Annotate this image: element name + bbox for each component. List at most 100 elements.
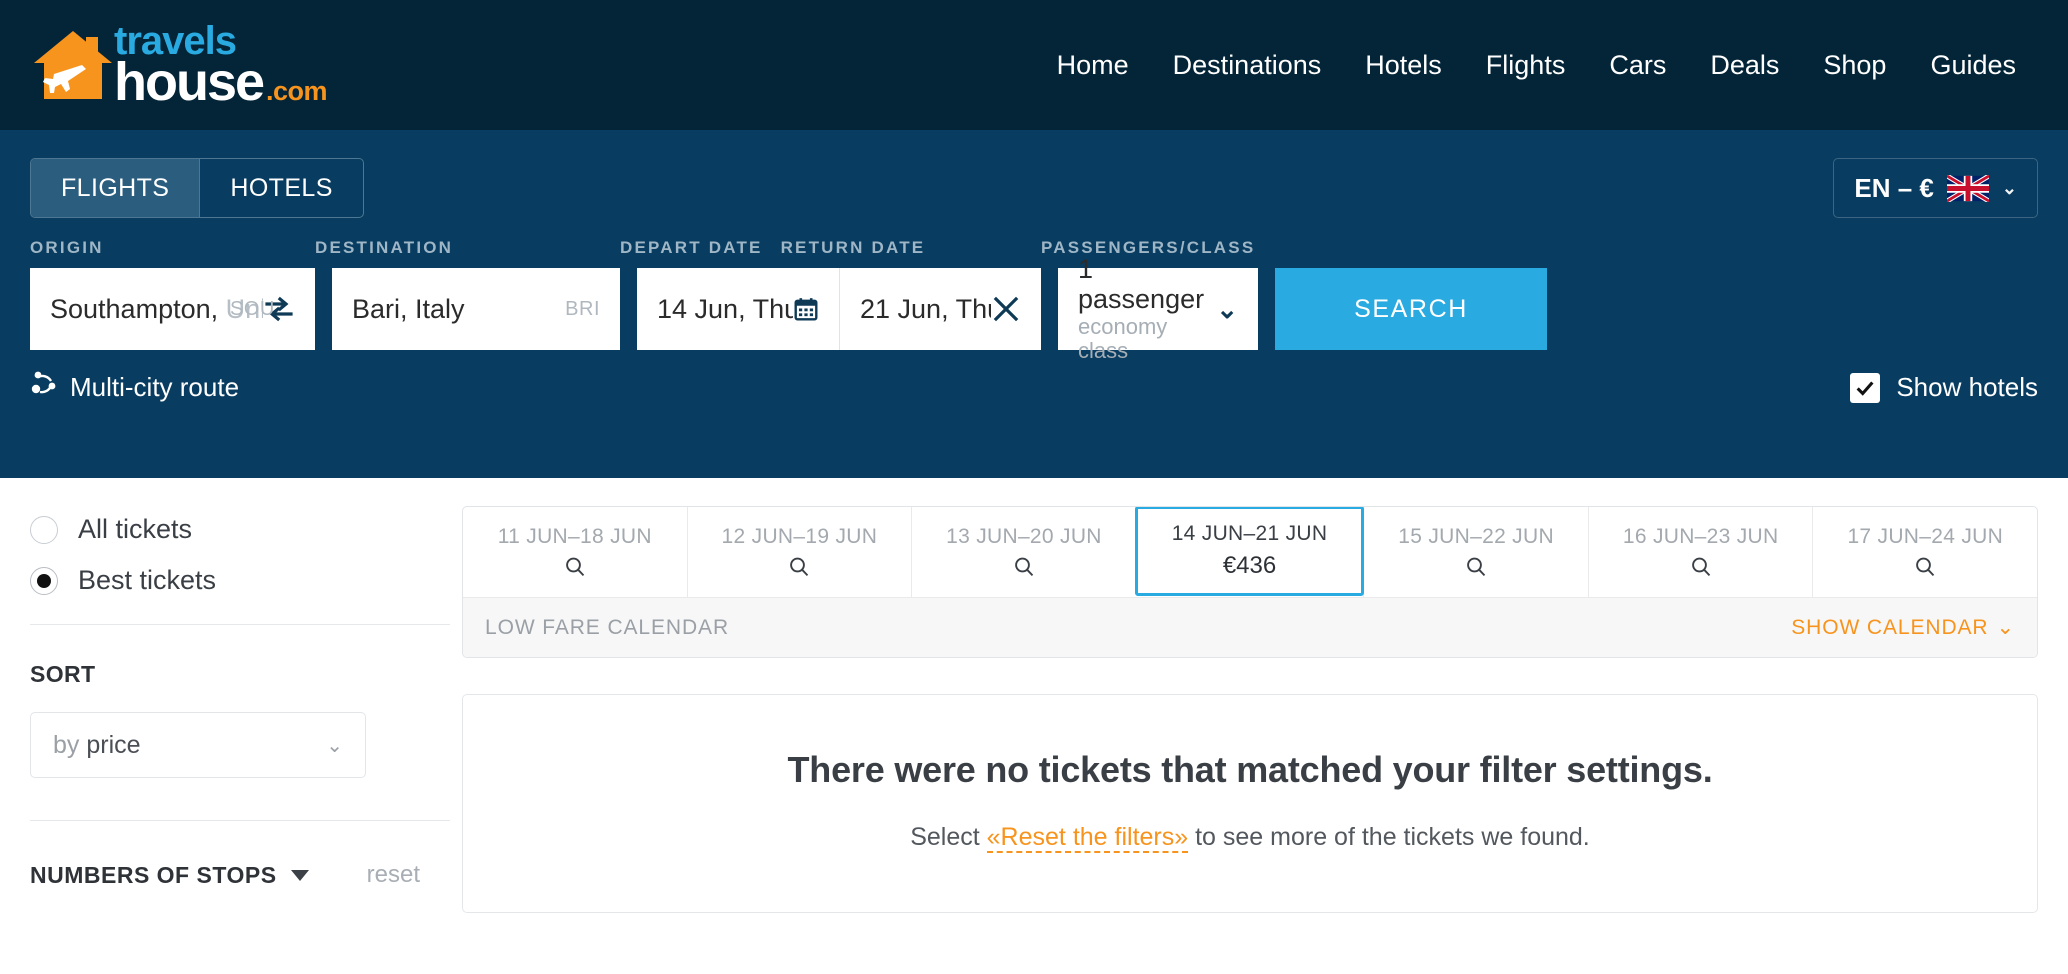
uk-flag-icon	[1947, 175, 1989, 202]
date-tabs: 11 JUN–18 JUN 12 JUN–19 JUN 13 JUN–20 JU…	[463, 507, 2037, 597]
low-fare-calendar-label: LOW FARE CALENDAR	[485, 616, 729, 640]
top-header-bar: travels house .com Home Destinations Hot…	[0, 0, 2068, 130]
date-price-strip: 11 JUN–18 JUN 12 JUN–19 JUN 13 JUN–20 JU…	[462, 506, 2038, 658]
search-icon[interactable]	[787, 555, 811, 579]
search-icon[interactable]	[1464, 555, 1488, 579]
search-type-tabs: FLIGHTS HOTELS	[30, 158, 364, 218]
empty-results-title: There were no tickets that matched your …	[483, 749, 2017, 791]
show-hotels-toggle[interactable]: Show hotels	[1850, 372, 2038, 403]
nav-item-home[interactable]: Home	[1057, 50, 1129, 81]
show-calendar-button[interactable]: SHOW CALENDAR ⌄	[1791, 615, 2015, 640]
date-tab-label: 17 JUN–24 JUN	[1847, 525, 2003, 549]
date-tab-label: 13 JUN–20 JUN	[946, 525, 1102, 549]
passengers-count: 1 passenger	[1078, 254, 1216, 314]
depart-date-input[interactable]: 14 Jun, Thu	[637, 268, 839, 350]
destination-input[interactable]: Bari, Italy BRI	[332, 268, 620, 350]
sort-value-prefix: by	[53, 731, 86, 759]
nav-item-destinations[interactable]: Destinations	[1173, 50, 1322, 81]
search-icon[interactable]	[1913, 555, 1937, 579]
search-icon[interactable]	[1689, 555, 1713, 579]
date-tab-price: €436	[1223, 552, 1276, 580]
date-tab[interactable]: 17 JUN–24 JUN	[1812, 507, 2037, 597]
stops-reset-link[interactable]: reset	[367, 861, 420, 889]
date-tab-label: 14 JUN–21 JUN	[1172, 522, 1328, 546]
date-tab[interactable]: 13 JUN–20 JUN	[911, 507, 1136, 597]
show-calendar-label: SHOW CALENDAR	[1791, 616, 1988, 640]
nav-item-shop[interactable]: Shop	[1823, 50, 1886, 81]
multi-city-icon	[30, 370, 58, 405]
dates-group: DEPART DATE RETURN DATE 14 Jun, Thu	[620, 238, 1041, 350]
tab-hotels[interactable]: HOTELS	[199, 159, 362, 217]
low-fare-calendar-bar: LOW FARE CALENDAR SHOW CALENDAR ⌄	[463, 597, 2037, 657]
depart-date-value: 14 Jun, Thu	[657, 294, 793, 325]
origin-airport-code: SOU	[230, 298, 275, 321]
nav-item-flights[interactable]: Flights	[1486, 50, 1566, 81]
destination-group: DESTINATION Bari, Italy BRI	[315, 238, 620, 350]
date-tab-active[interactable]: 14 JUN–21 JUN €436	[1135, 506, 1365, 596]
date-tab[interactable]: 15 JUN–22 JUN	[1363, 507, 1588, 597]
multi-city-route-label: Multi-city route	[70, 372, 239, 403]
destination-value: Bari, Italy	[352, 294, 465, 325]
reset-the-filters-link[interactable]: «Reset the filters»	[987, 823, 1189, 853]
nav-item-guides[interactable]: Guides	[1930, 50, 2016, 81]
tab-flights[interactable]: FLIGHTS	[31, 159, 199, 217]
main-navigation: Home Destinations Hotels Flights Cars De…	[1057, 50, 2016, 81]
origin-label: ORIGIN	[30, 238, 315, 258]
sort-section-title: SORT	[30, 661, 450, 688]
flight-search-panel: FLIGHTS HOTELS EN – € ⌄ ORIGIN Sou	[0, 130, 2068, 478]
house-plane-logo-icon	[30, 27, 116, 103]
date-tab[interactable]: 16 JUN–23 JUN	[1588, 507, 1813, 597]
search-icon[interactable]	[563, 555, 587, 579]
nav-item-hotels[interactable]: Hotels	[1365, 50, 1442, 81]
passengers-class: economy class	[1078, 315, 1216, 364]
stops-filter-header[interactable]: NUMBERS OF STOPS reset	[30, 861, 450, 889]
return-date-input[interactable]: 21 Jun, Thu	[839, 268, 1041, 350]
empty-sub-before: Select	[910, 823, 986, 851]
return-date-label: RETURN DATE	[781, 238, 926, 258]
date-tab[interactable]: 12 JUN–19 JUN	[687, 507, 912, 597]
search-icon[interactable]	[1012, 555, 1036, 579]
divider	[30, 820, 450, 821]
date-tab-label: 12 JUN–19 JUN	[722, 525, 878, 549]
search-button[interactable]: SEARCH	[1275, 268, 1547, 350]
results-area: 11 JUN–18 JUN 12 JUN–19 JUN 13 JUN–20 JU…	[450, 478, 2038, 913]
multi-city-route-link[interactable]: Multi-city route	[30, 370, 239, 405]
divider	[30, 624, 450, 625]
chevron-down-icon: ⌄	[2002, 178, 2017, 199]
stops-filter-title: NUMBERS OF STOPS	[30, 862, 277, 889]
filter-all-tickets[interactable]: All tickets	[30, 514, 450, 545]
triangle-down-icon[interactable]	[291, 870, 309, 881]
show-hotels-label: Show hotels	[1896, 372, 2038, 403]
empty-results-subtitle: Select «Reset the filters» to see more o…	[483, 823, 2017, 852]
chevron-down-icon: ⌄	[1216, 294, 1238, 325]
close-icon[interactable]	[991, 294, 1021, 324]
origin-input[interactable]: Southampton, Uni SOU	[30, 268, 315, 350]
origin-value: Southampton,	[50, 294, 218, 324]
nav-item-cars[interactable]: Cars	[1609, 50, 1666, 81]
passengers-class-select[interactable]: 1 passenger economy class ⌄	[1058, 268, 1258, 350]
passengers-group: PASSENGERS/CLASS 1 passenger economy cla…	[1041, 238, 1258, 350]
language-currency-label: EN – €	[1854, 173, 1934, 204]
sort-value: price	[86, 731, 140, 759]
calendar-icon[interactable]	[793, 296, 819, 322]
date-tab-label: 16 JUN–23 JUN	[1623, 525, 1779, 549]
checkbox-checked-icon[interactable]	[1850, 373, 1880, 403]
site-logo[interactable]: travels house .com	[30, 22, 327, 108]
filter-best-tickets[interactable]: Best tickets	[30, 565, 450, 596]
return-date-value: 21 Jun, Thu	[860, 294, 991, 325]
destination-label: DESTINATION	[315, 238, 620, 258]
filter-all-tickets-label: All tickets	[78, 514, 192, 545]
radio-unselected-icon[interactable]	[30, 516, 58, 544]
language-currency-selector[interactable]: EN – € ⌄	[1833, 158, 2038, 218]
sort-select[interactable]: by price ⌄	[30, 712, 366, 778]
empty-sub-after: to see more of the tickets we found.	[1188, 823, 1590, 851]
chevron-down-icon: ⌄	[326, 733, 343, 758]
search-form: ORIGIN Southampton, Uni SOU DESTINATION …	[30, 238, 2038, 350]
date-tab-label: 11 JUN–18 JUN	[498, 525, 652, 549]
page-content: All tickets Best tickets SORT by price ⌄…	[0, 478, 2068, 913]
logo-com-text: .com	[266, 80, 327, 104]
radio-selected-icon[interactable]	[30, 567, 58, 595]
date-tab[interactable]: 11 JUN–18 JUN	[463, 507, 687, 597]
origin-group: ORIGIN Southampton, Uni SOU	[30, 238, 315, 350]
nav-item-deals[interactable]: Deals	[1710, 50, 1779, 81]
